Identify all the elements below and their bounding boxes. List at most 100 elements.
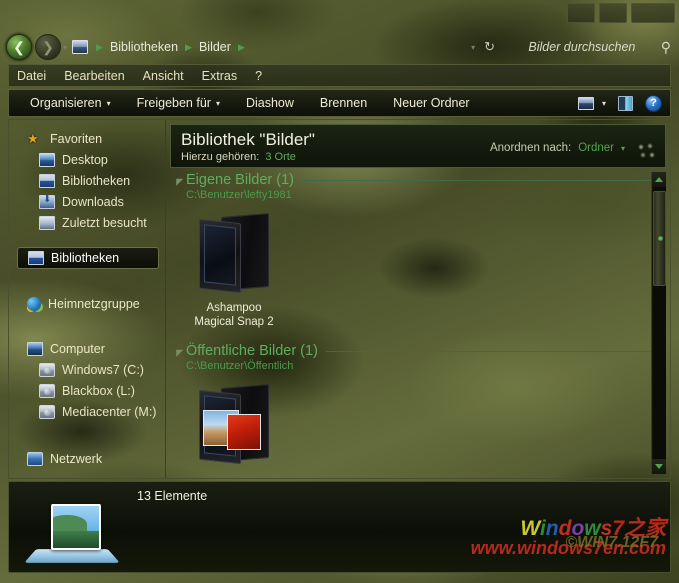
refresh-icon[interactable]: ↻ xyxy=(484,39,495,55)
share-with-button[interactable]: Freigeben für ▾ xyxy=(124,96,233,110)
folder-pictures-icon xyxy=(197,382,271,466)
details-pane: 13 Elemente ©WIN7.12F7 Windows7之家 www.wi… xyxy=(8,481,671,573)
preview-pane-icon[interactable] xyxy=(618,96,633,111)
scrollbar-track[interactable] xyxy=(653,187,666,459)
menu-item-datei[interactable]: Datei xyxy=(17,69,46,83)
search-icon[interactable]: ⚲ xyxy=(661,39,671,56)
library-icon xyxy=(28,251,44,265)
maximize-button[interactable] xyxy=(599,3,627,23)
sidebar-gap xyxy=(9,424,165,436)
address-bar: ❮ ❯ ▾ ▶ Bibliotheken ▶ Bilder ▶ ▾ ↻ Bild… xyxy=(0,30,679,64)
library-includes: Hierzu gehören: 3 Orte xyxy=(181,151,315,163)
sidebar-label: Downloads xyxy=(62,195,124,209)
group-header-oeffentliche-bilder[interactable]: Öffentliche Bilder (1) C:\Benutzer\Öffen… xyxy=(170,343,666,372)
sidebar-gap xyxy=(9,235,165,247)
library-header: Bibliothek "Bilder" Hierzu gehören: 3 Or… xyxy=(170,124,666,168)
sidebar-item-drive-l[interactable]: Blackbox (L:) xyxy=(9,380,165,401)
group-header-eigene-bilder[interactable]: Eigene Bilder (1) C:\Benutzer\lefty1981 xyxy=(170,172,666,201)
library-glyph-base xyxy=(24,549,120,563)
library-includes-label: Hierzu gehören: xyxy=(181,151,259,163)
back-button[interactable]: ❮ xyxy=(6,34,32,60)
chevron-collapse-icon[interactable] xyxy=(173,346,184,357)
sidebar-item-downloads[interactable]: Downloads xyxy=(9,191,165,212)
menu-item-bearbeiten[interactable]: Bearbeiten xyxy=(64,69,124,83)
wm-n: n xyxy=(546,517,559,540)
chevron-collapse-icon[interactable] xyxy=(173,175,184,186)
breadcrumb-bibliotheken[interactable]: Bibliotheken xyxy=(108,40,180,54)
sidebar-item-bibliotheken[interactable]: Bibliotheken xyxy=(17,247,159,269)
sidebar-item-favoriten[interactable]: ★ Favoriten xyxy=(9,128,165,149)
sidebar-item-computer[interactable]: Computer xyxy=(9,338,165,359)
content-frame: ★ Favoriten Desktop Bibliotheken Downloa… xyxy=(8,119,671,479)
menu-item-ansicht[interactable]: Ansicht xyxy=(143,69,184,83)
sidebar-item-heimnetzgruppe[interactable]: Heimnetzgruppe xyxy=(9,293,165,314)
scroll-up-button[interactable] xyxy=(652,172,667,187)
view-dropdown-icon[interactable]: ▾ xyxy=(602,99,606,108)
arrange-by-value[interactable]: Ordner xyxy=(578,142,614,154)
history-dropdown-icon[interactable]: ▾ xyxy=(63,43,67,52)
burn-button[interactable]: Brennen xyxy=(307,96,380,110)
main-pane: Bibliothek "Bilder" Hierzu gehören: 3 Or… xyxy=(166,120,670,478)
slideshow-button[interactable]: Diashow xyxy=(233,96,307,110)
sidebar-gap xyxy=(9,269,165,281)
breadcrumb-bilder[interactable]: Bilder xyxy=(197,40,233,54)
status-item-count: 13 Elemente xyxy=(137,489,207,503)
organize-label: Organisieren xyxy=(30,96,102,110)
sidebar-item-zuletzt-besucht[interactable]: Zuletzt besucht xyxy=(9,212,165,233)
breadcrumb-separator-icon[interactable]: ▶ xyxy=(233,42,250,53)
pictures-library-icon xyxy=(31,504,113,566)
breadcrumb-separator-icon[interactable]: ▶ xyxy=(91,42,108,53)
drive-icon xyxy=(39,384,55,398)
triangle-down-icon xyxy=(655,464,663,469)
sidebar-label: Zuletzt besucht xyxy=(62,216,147,230)
help-icon[interactable]: ? xyxy=(645,95,662,112)
forward-button[interactable]: ❯ xyxy=(35,34,61,60)
command-toolbar: Organisieren ▾ Freigeben für ▾ Diashow B… xyxy=(8,89,671,117)
list-item[interactable]: Ashampoo Magical Snap 2 xyxy=(184,211,284,329)
sidebar-item-drive-c[interactable]: Windows7 (C:) xyxy=(9,359,165,380)
navigation-pane: ★ Favoriten Desktop Bibliotheken Downloa… xyxy=(9,120,166,478)
folder-front-panel xyxy=(199,219,241,293)
breadcrumb-separator-icon[interactable]: ▶ xyxy=(180,42,197,53)
close-button[interactable] xyxy=(631,3,675,23)
sidebar-item-bibliotheken-fav[interactable]: Bibliotheken xyxy=(9,170,165,191)
sidebar-item-netzwerk[interactable]: Netzwerk xyxy=(9,448,165,469)
menu-item-help[interactable]: ? xyxy=(255,69,262,83)
scrollbar-thumb[interactable] xyxy=(653,191,666,286)
photo-hill xyxy=(51,515,87,533)
list-item-label-line1: Ashampoo xyxy=(184,301,284,315)
new-folder-button[interactable]: Neuer Ordner xyxy=(380,96,482,110)
chevron-down-icon: ▾ xyxy=(107,99,111,108)
menu-item-extras[interactable]: Extras xyxy=(202,69,237,83)
computer-icon xyxy=(27,342,43,356)
triangle-up-icon xyxy=(655,177,663,182)
library-header-text: Bibliothek "Bilder" Hierzu gehören: 3 Or… xyxy=(181,130,315,163)
sidebar-label: Bibliotheken xyxy=(51,251,119,265)
group-items-oeffentliche-bilder xyxy=(170,372,666,466)
sidebar-label: Blackbox (L:) xyxy=(62,384,135,398)
sidebar-group-favoriten: ★ Favoriten Desktop Bibliotheken Downloa… xyxy=(9,128,165,233)
group-title-row: Öffentliche Bilder (1) xyxy=(186,343,666,359)
search-input[interactable]: Bilder durchsuchen xyxy=(503,40,661,54)
organize-button[interactable]: Organisieren ▾ xyxy=(17,96,124,110)
address-dropdown-icon[interactable]: ▾ xyxy=(471,43,475,52)
wm-w: W xyxy=(520,517,540,540)
recent-places-icon xyxy=(39,216,55,230)
chevron-down-icon[interactable]: ▾ xyxy=(621,144,625,153)
sidebar-item-desktop[interactable]: Desktop xyxy=(9,149,165,170)
arrange-by-control[interactable]: Anordnen nach: Ordner ▾ xyxy=(490,142,625,154)
sidebar-gap xyxy=(9,281,165,293)
desktop-icon xyxy=(39,153,55,167)
library-includes-value[interactable]: 3 Orte xyxy=(265,151,296,163)
minimize-button[interactable] xyxy=(567,3,595,23)
homegroup-icon xyxy=(27,297,41,311)
file-list: Eigene Bilder (1) C:\Benutzer\lefty1981 … xyxy=(170,172,666,474)
list-item[interactable] xyxy=(184,382,284,466)
vertical-scrollbar[interactable] xyxy=(651,172,666,474)
folder-pictures-icon xyxy=(197,211,271,295)
sidebar-gap xyxy=(9,326,165,338)
sidebar-item-drive-m[interactable]: Mediacenter (M:) xyxy=(9,401,165,422)
search-box[interactable]: Bilder durchsuchen ⚲ xyxy=(503,39,673,56)
scroll-down-button[interactable] xyxy=(652,459,667,474)
view-layout-icon[interactable] xyxy=(578,97,594,110)
